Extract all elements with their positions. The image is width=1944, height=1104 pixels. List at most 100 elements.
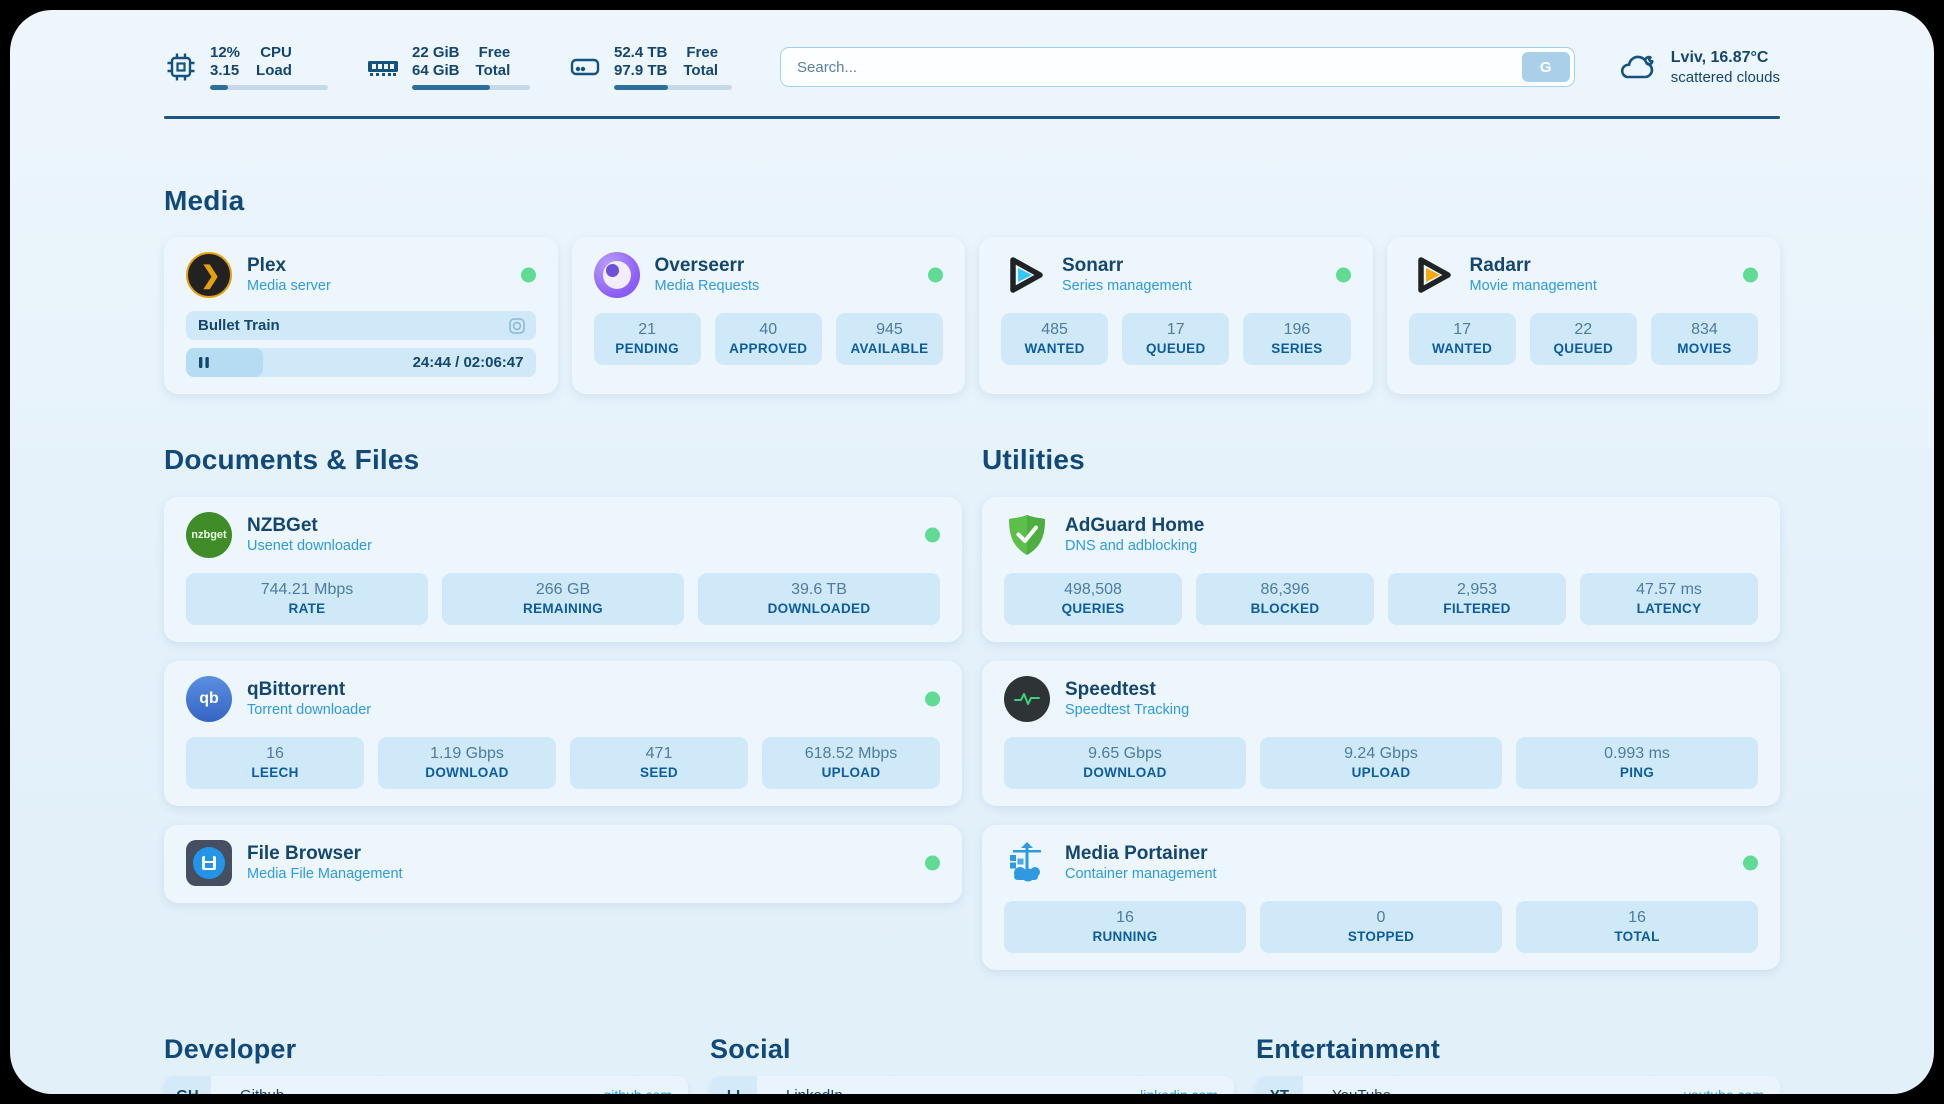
cpu-load-value: 3.15 <box>210 62 240 80</box>
speedtest-subtitle: Speedtest Tracking <box>1065 701 1189 720</box>
plex-status-dot <box>521 268 536 283</box>
speedtest-icon <box>1004 676 1050 722</box>
card-sonarr[interactable]: Sonarr Series management 485WANTED 17QUE… <box>979 237 1373 394</box>
adguard-name: AdGuard Home <box>1065 514 1204 537</box>
disk-icon <box>568 50 602 84</box>
disk-total: 97.9 TB <box>614 62 667 80</box>
github-tag: GH <box>164 1076 211 1094</box>
sonarr-name: Sonarr <box>1062 254 1192 277</box>
nzbget-name: NZBGet <box>247 514 372 537</box>
qbittorrent-stat-download: 1.19 GbpsDOWNLOAD <box>378 737 556 789</box>
card-radarr[interactable]: Radarr Movie management 17WANTED 22QUEUE… <box>1387 237 1781 394</box>
filebrowser-icon <box>186 840 232 886</box>
ram-icon <box>366 50 400 84</box>
cpu-label-top: CPU <box>256 44 292 62</box>
system-stats: 12% 3.15 CPU Load <box>164 44 732 90</box>
portainer-stat-total: 16TOTAL <box>1516 901 1758 953</box>
sonarr-icon <box>1001 252 1047 298</box>
card-overseerr[interactable]: Overseerr Media Requests 21PENDING 40APP… <box>572 237 966 394</box>
portainer-status-dot <box>1743 856 1758 871</box>
memory-free: 22 GiB <box>412 44 460 62</box>
overseerr-stat-approved: 40APPROVED <box>715 313 822 365</box>
card-adguard[interactable]: AdGuard Home DNS and adblocking 498,508Q… <box>982 497 1780 642</box>
plex-name: Plex <box>247 254 331 277</box>
cpu-progress-track <box>210 85 328 90</box>
link-github[interactable]: GH Github github.com <box>164 1076 688 1094</box>
portainer-name: Media Portainer <box>1065 842 1217 865</box>
section-title-entertainment: Entertainment <box>1256 1034 1780 1065</box>
plex-now-playing: Bullet Train <box>198 317 508 334</box>
memory-progress-fill <box>412 85 490 90</box>
memory-total: 64 GiB <box>412 62 460 80</box>
filebrowser-status-dot <box>925 856 940 871</box>
overseerr-icon <box>594 252 640 298</box>
search-input[interactable] <box>780 47 1575 87</box>
plex-progress-fill <box>186 348 263 377</box>
memory-label-top: Free <box>476 44 511 62</box>
nzbget-status-dot <box>925 528 940 543</box>
section-title-developer: Developer <box>164 1034 688 1065</box>
portainer-icon <box>1004 840 1050 886</box>
portainer-subtitle: Container management <box>1065 865 1217 884</box>
memory-label-bottom: Total <box>476 62 511 80</box>
section-title-social: Social <box>710 1034 1234 1065</box>
adguard-stat-queries: 498,508QUERIES <box>1004 573 1182 625</box>
overseerr-subtitle: Media Requests <box>655 277 760 296</box>
plex-icon: ❯ <box>186 252 232 298</box>
radarr-status-dot <box>1743 268 1758 283</box>
nzbget-stat-downloaded: 39.6 TBDOWNLOADED <box>698 573 940 625</box>
overseerr-name: Overseerr <box>655 254 760 277</box>
filebrowser-name: File Browser <box>247 842 403 865</box>
card-nzbget[interactable]: nzbget NZBGet Usenet downloader 744.21 M… <box>164 497 962 642</box>
qbittorrent-name: qBittorrent <box>247 678 371 701</box>
cpu-stat: 12% 3.15 CPU Load <box>164 44 328 90</box>
card-qbittorrent[interactable]: qb qBittorrent Torrent downloader 16LEEC… <box>164 661 962 806</box>
radarr-subtitle: Movie management <box>1470 277 1597 296</box>
github-name: Github <box>211 1076 604 1094</box>
speedtest-stat-upload: 9.24 GbpsUPLOAD <box>1260 737 1502 789</box>
nzbget-icon: nzbget <box>186 512 232 558</box>
qbittorrent-icon: qb <box>186 676 232 722</box>
disk-free: 52.4 TB <box>614 44 667 62</box>
qbittorrent-stat-upload: 618.52 MbpsUPLOAD <box>762 737 940 789</box>
radarr-name: Radarr <box>1470 254 1597 277</box>
header-divider <box>164 116 1780 119</box>
overseerr-stat-available: 945AVAILABLE <box>836 313 943 365</box>
sonarr-stat-queued: 17QUEUED <box>1122 313 1229 365</box>
memory-progress-track <box>412 85 530 90</box>
search-engine-button[interactable]: G <box>1522 52 1570 82</box>
linkedin-url: linkedin.com <box>1140 1076 1234 1094</box>
speedtest-name: Speedtest <box>1065 678 1189 701</box>
link-youtube[interactable]: YT YouTube youtube.com <box>1256 1076 1780 1094</box>
adguard-stat-filtered: 2,953FILTERED <box>1388 573 1566 625</box>
youtube-url: youtube.com <box>1684 1076 1780 1094</box>
sonarr-stat-wanted: 485WANTED <box>1001 313 1108 365</box>
radarr-stat-queued: 22QUEUED <box>1530 313 1637 365</box>
cpu-icon <box>164 50 198 84</box>
card-filebrowser[interactable]: File Browser Media File Management <box>164 825 962 903</box>
disk-progress-track <box>614 85 732 90</box>
link-linkedin[interactable]: LI LinkedIn linkedin.com <box>710 1076 1234 1094</box>
card-portainer[interactable]: Media Portainer Container management 16R… <box>982 825 1780 970</box>
media-session-icon[interactable] <box>508 317 526 335</box>
pause-icon[interactable] <box>198 356 210 369</box>
qbittorrent-status-dot <box>925 692 940 707</box>
sonarr-subtitle: Series management <box>1062 277 1192 296</box>
adguard-stat-blocked: 86,396BLOCKED <box>1196 573 1374 625</box>
youtube-name: YouTube <box>1303 1076 1684 1094</box>
section-title-media: Media <box>164 185 1780 217</box>
disk-stat: 52.4 TB 97.9 TB Free Total <box>568 44 732 90</box>
qbittorrent-subtitle: Torrent downloader <box>247 701 371 720</box>
nzbget-stat-remaining: 266 GBREMAINING <box>442 573 684 625</box>
disk-label-top: Free <box>683 44 718 62</box>
linkedin-name: LinkedIn <box>757 1076 1140 1094</box>
disk-label-bottom: Total <box>683 62 718 80</box>
speedtest-stat-ping: 0.993 msPING <box>1516 737 1758 789</box>
memory-stat: 22 GiB 64 GiB Free Total <box>366 44 530 90</box>
speedtest-stat-download: 9.65 GbpsDOWNLOAD <box>1004 737 1246 789</box>
card-plex[interactable]: ❯ Plex Media server Bullet Train <box>164 237 558 394</box>
adguard-stat-latency: 47.57 msLATENCY <box>1580 573 1758 625</box>
nzbget-stat-rate: 744.21 MbpsRATE <box>186 573 428 625</box>
card-speedtest[interactable]: Speedtest Speedtest Tracking 9.65 GbpsDO… <box>982 661 1780 806</box>
disk-progress-fill <box>614 85 668 90</box>
